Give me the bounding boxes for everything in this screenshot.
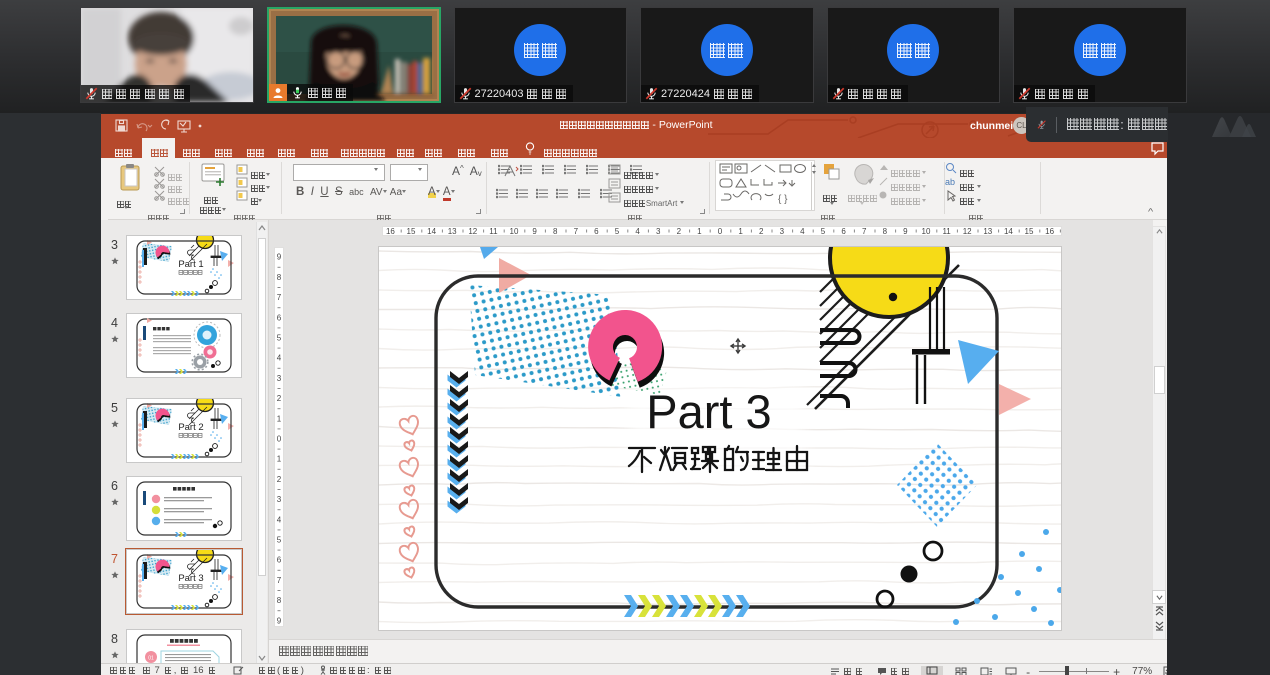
svg-text:4: 4 xyxy=(277,515,282,524)
svg-text:15: 15 xyxy=(1025,227,1034,236)
svg-text:14: 14 xyxy=(1004,227,1013,236)
svg-text:2: 2 xyxy=(677,227,682,236)
svg-text:3: 3 xyxy=(277,374,282,383)
svg-text:4: 4 xyxy=(635,227,640,236)
svg-text:10: 10 xyxy=(510,227,519,236)
svg-text:6: 6 xyxy=(594,227,599,236)
svg-text:9: 9 xyxy=(277,616,282,625)
svg-text:5: 5 xyxy=(615,227,620,236)
svg-text:16: 16 xyxy=(386,227,395,236)
svg-text:9: 9 xyxy=(532,227,537,236)
svg-text:0: 0 xyxy=(277,435,282,444)
svg-text:Part 3: Part 3 xyxy=(178,573,203,584)
svg-text:11: 11 xyxy=(489,227,498,236)
svg-text:12: 12 xyxy=(468,227,477,236)
svg-text:3: 3 xyxy=(780,227,785,236)
svg-text:10: 10 xyxy=(922,227,931,236)
svg-text:1: 1 xyxy=(277,455,282,464)
svg-text:5: 5 xyxy=(277,334,282,343)
svg-text:3: 3 xyxy=(277,495,282,504)
svg-text:3: 3 xyxy=(656,227,661,236)
svg-text:Part 1: Part 1 xyxy=(178,259,203,270)
svg-text:15: 15 xyxy=(407,227,416,236)
svg-text:8: 8 xyxy=(553,227,558,236)
svg-text:4: 4 xyxy=(277,354,282,363)
svg-text:1: 1 xyxy=(277,414,282,423)
svg-text:13: 13 xyxy=(448,227,457,236)
svg-text:16: 16 xyxy=(1045,227,1054,236)
svg-text:7: 7 xyxy=(277,576,282,585)
svg-text:Part 2: Part 2 xyxy=(178,422,203,433)
svg-text:7: 7 xyxy=(574,227,579,236)
svg-text:7: 7 xyxy=(862,227,867,236)
svg-text:1: 1 xyxy=(738,227,743,236)
svg-text:6: 6 xyxy=(277,556,282,565)
svg-text:9: 9 xyxy=(277,253,282,262)
svg-text:2: 2 xyxy=(277,475,282,484)
svg-text:9: 9 xyxy=(903,227,908,236)
svg-text:1: 1 xyxy=(697,227,702,236)
svg-text:8: 8 xyxy=(883,227,888,236)
svg-text:6: 6 xyxy=(841,227,846,236)
svg-text:2: 2 xyxy=(759,227,764,236)
svg-text:11: 11 xyxy=(942,227,951,236)
svg-text:2: 2 xyxy=(277,394,282,403)
svg-text:5: 5 xyxy=(277,536,282,545)
svg-text:6: 6 xyxy=(277,313,282,322)
svg-text:8: 8 xyxy=(277,273,282,282)
svg-text:12: 12 xyxy=(963,227,972,236)
svg-text:Part 3: Part 3 xyxy=(646,385,771,438)
svg-text:8: 8 xyxy=(277,596,282,605)
svg-text:0: 0 xyxy=(718,227,723,236)
svg-text:7: 7 xyxy=(277,293,282,302)
svg-text:01: 01 xyxy=(148,656,154,662)
svg-text:4: 4 xyxy=(800,227,805,236)
svg-text:5: 5 xyxy=(821,227,826,236)
svg-text:13: 13 xyxy=(983,227,992,236)
svg-text:14: 14 xyxy=(427,227,436,236)
